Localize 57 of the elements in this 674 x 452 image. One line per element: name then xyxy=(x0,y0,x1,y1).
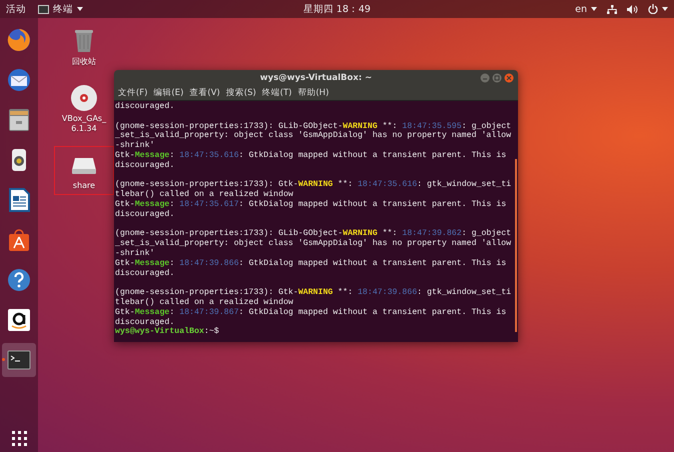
file-cabinet-icon xyxy=(6,107,32,133)
running-dot xyxy=(2,358,5,361)
terminal-line: -shrink' xyxy=(115,248,156,259)
desktop-icon-label: share xyxy=(72,181,96,191)
terminal-line: tlebar() called on a realized window xyxy=(115,190,294,200)
amazon-icon xyxy=(6,307,32,333)
terminal-line: (gnome-session-properties:1733): GLib-GObject-WARNING **: 18:47:39.862: g_object xyxy=(115,229,512,239)
mail-icon xyxy=(6,67,32,93)
volume-icon[interactable] xyxy=(627,4,638,14)
terminal-line: discouraged. xyxy=(115,318,176,327)
terminal-line: discouraged. xyxy=(115,160,176,171)
terminal-line: (gnome-session-properties:1733): Gtk-WARNING **: 18:47:35.616: gtk_window_set_ti xyxy=(115,180,512,190)
desktop-item[interactable]: share xyxy=(54,146,114,195)
terminal-line: Gtk-Message: 18:47:35.617: GtkDialog mapped without a transient parent. This is xyxy=(115,200,508,210)
menu-item[interactable]: 终端(T) xyxy=(262,87,292,99)
caret-icon xyxy=(591,7,597,11)
terminal-line: Gtk-Message: 18:47:35.616: GtkDialog mapped without a transient parent. This is xyxy=(115,150,508,161)
menu-item[interactable]: 编辑(E) xyxy=(154,87,184,99)
scrollbar[interactable] xyxy=(515,159,517,332)
activities-button[interactable]: 活动 xyxy=(6,2,26,16)
menu-item[interactable]: 查看(V) xyxy=(190,87,220,99)
terminal-line: _set_is_valid_property: object class 'GsmAppDialog' has no property named 'allow xyxy=(115,239,512,249)
terminal-line: discouraged. xyxy=(115,210,176,220)
desktop-item[interactable]: 回收站 xyxy=(54,22,114,71)
document-icon xyxy=(6,187,32,213)
app-menu[interactable]: 终端 xyxy=(38,2,83,16)
close-button[interactable] xyxy=(504,73,514,83)
menu-item[interactable]: 搜索(S) xyxy=(226,87,256,99)
desktop-item[interactable]: VBox_GAs_6.1.34 xyxy=(54,79,114,138)
terminal-line: (gnome-session-properties:1733): GLib-GObject-WARNING **: 18:47:35.595: g_object xyxy=(115,122,512,131)
desktop-icon-label: VBox_GAs_6.1.34 xyxy=(60,114,108,134)
firefox-icon xyxy=(6,27,32,53)
clock[interactable]: 星期四 18：49 xyxy=(303,4,371,14)
terminal-line: Gtk-Message: 18:47:39.867: GtkDialog mapped without a transient parent. This is xyxy=(115,308,508,318)
shopping-bag-icon xyxy=(6,227,32,253)
terminal-line: wys@wys-VirtualBox:~$ xyxy=(115,327,220,338)
terminal-line: Gtk-Message: 18:47:39.866: GtkDialog mapped without a transient parent. This is xyxy=(115,258,508,269)
terminal-line: discouraged. xyxy=(115,268,176,278)
menu-item[interactable]: 帮助(H) xyxy=(298,87,329,99)
caret-icon xyxy=(662,7,668,11)
menu-item[interactable]: 文件(F) xyxy=(118,87,148,99)
terminal-line: discouraged. xyxy=(115,102,176,112)
terminal-line: _set_is_valid_property: object class 'GsmAppDialog' has no property named 'allow xyxy=(115,131,512,141)
disc-icon xyxy=(69,83,99,113)
network-icon[interactable] xyxy=(607,4,617,14)
terminal-line: tlebar() called on a realized window xyxy=(115,298,294,308)
app-grid-icon[interactable] xyxy=(12,431,26,446)
system-menu[interactable] xyxy=(648,4,668,14)
desktop-icon-label: 回收站 xyxy=(71,57,97,67)
terminal-line: (gnome-session-properties:1733): Gtk-WARNING **: 18:47:39.866: gtk_window_set_ti xyxy=(115,288,512,298)
help-icon xyxy=(6,267,32,293)
terminal-icon xyxy=(38,4,49,14)
terminal-line: -shrink' xyxy=(115,141,156,151)
power-icon xyxy=(648,4,658,14)
window-title: wys@wys-VirtualBox: ~ xyxy=(260,73,372,83)
input-method-menu[interactable]: en xyxy=(575,4,597,14)
caret-icon xyxy=(77,7,83,11)
